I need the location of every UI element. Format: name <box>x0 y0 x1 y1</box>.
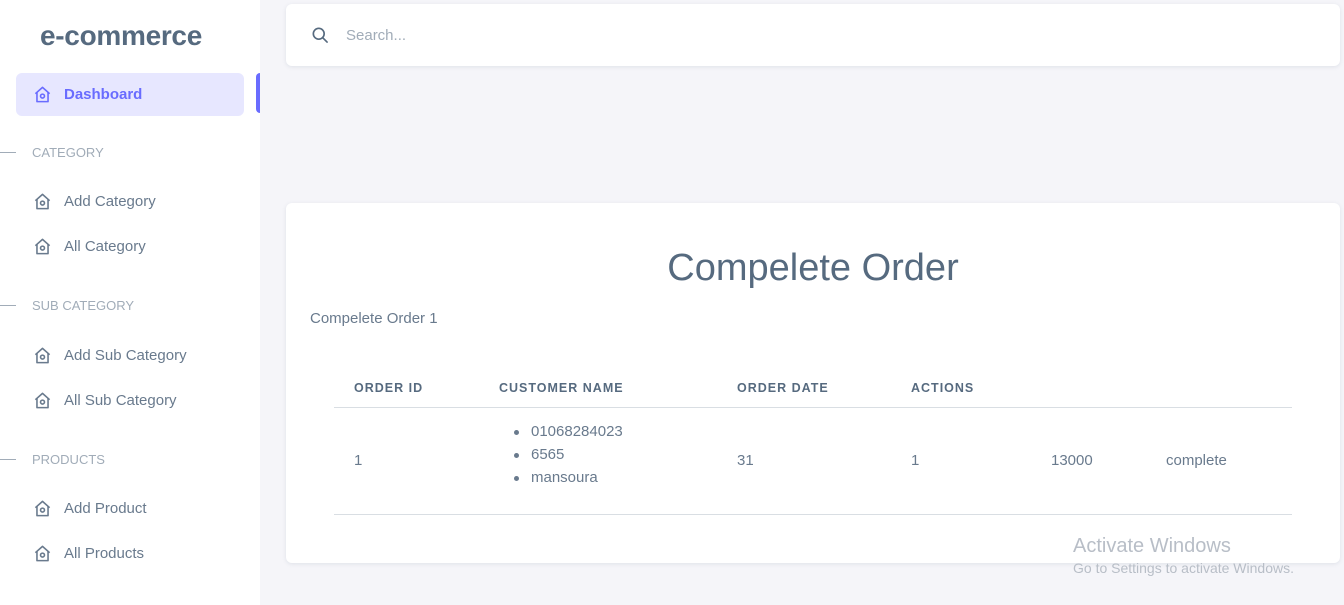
table-row: 1 01068284023 6565 mansoura 31 1 13000 c… <box>334 408 1292 515</box>
customer-city: mansoura <box>499 466 623 489</box>
home-icon <box>32 85 52 105</box>
home-icon <box>32 391 52 411</box>
section-header-sub-category: SUB CATEGORY <box>0 297 260 313</box>
sidebar: e-commerce Dashboard CATEGORY Add Catego… <box>0 0 260 605</box>
sidebar-item-label: Add Sub Category <box>64 347 187 364</box>
sidebar-item-add-product[interactable]: Add Product <box>16 487 244 530</box>
home-icon <box>32 499 52 519</box>
section-header-category: CATEGORY <box>0 144 260 160</box>
home-icon <box>32 237 52 257</box>
section-divider <box>0 304 16 306</box>
sidebar-item-all-category[interactable]: All Category <box>16 225 244 268</box>
cell-order-date: 31 <box>737 452 754 469</box>
activate-windows-subtitle: Go to Settings to activate Windows. <box>1073 560 1294 576</box>
top-navbar <box>286 4 1340 66</box>
home-icon <box>32 544 52 564</box>
home-icon <box>32 192 52 212</box>
section-header-products: PRODUCTS <box>0 451 260 467</box>
sidebar-item-label: All Category <box>64 238 146 255</box>
customer-detail: 6565 <box>499 443 623 466</box>
cell-total: 13000 <box>1051 452 1093 469</box>
sidebar-item-label: All Products <box>64 545 145 562</box>
customer-phone: 01068284023 <box>499 420 623 443</box>
cell-status: complete <box>1166 452 1227 469</box>
orders-table: ORDER ID CUSTOMER NAME ORDER DATE ACTION… <box>334 373 1292 515</box>
cell-order-id: 1 <box>354 452 363 469</box>
section-divider <box>0 151 16 153</box>
column-header-customer-name: CUSTOMER NAME <box>499 381 624 395</box>
cell-customer-details: 01068284023 6565 mansoura <box>499 420 623 489</box>
sidebar-item-label: Dashboard <box>64 86 143 103</box>
column-header-actions: ACTIONS <box>911 381 975 395</box>
home-icon <box>32 346 52 366</box>
sidebar-item-label: All Sub Category <box>64 392 177 409</box>
active-indicator <box>256 73 260 113</box>
search-input[interactable] <box>346 26 746 44</box>
sidebar-item-label: Add Product <box>64 500 147 517</box>
table-header: ORDER ID CUSTOMER NAME ORDER DATE ACTION… <box>334 373 1292 408</box>
section-title: PRODUCTS <box>32 451 105 467</box>
search-icon <box>310 25 330 45</box>
sidebar-item-dashboard[interactable]: Dashboard <box>16 73 244 116</box>
sidebar-item-add-category[interactable]: Add Category <box>16 180 244 223</box>
section-title: CATEGORY <box>32 144 104 160</box>
activate-windows-title: Activate Windows <box>1073 535 1231 557</box>
card-subtitle: Compelete Order 1 <box>310 310 438 327</box>
column-header-order-date: ORDER DATE <box>737 381 829 395</box>
brand-logo-text[interactable]: e-commerce <box>40 20 202 52</box>
sidebar-item-all-sub-category[interactable]: All Sub Category <box>16 379 244 422</box>
section-title: SUB CATEGORY <box>32 297 135 313</box>
orders-card: Compelete Order Compelete Order 1 ORDER … <box>286 203 1340 563</box>
sidebar-item-add-sub-category[interactable]: Add Sub Category <box>16 334 244 377</box>
sidebar-item-label: Add Category <box>64 193 156 210</box>
cell-actions: 1 <box>911 452 920 469</box>
sidebar-item-all-products[interactable]: All Products <box>16 532 244 575</box>
column-header-order-id: ORDER ID <box>354 381 424 395</box>
page-title: Compelete Order <box>667 247 959 289</box>
section-divider <box>0 458 16 460</box>
